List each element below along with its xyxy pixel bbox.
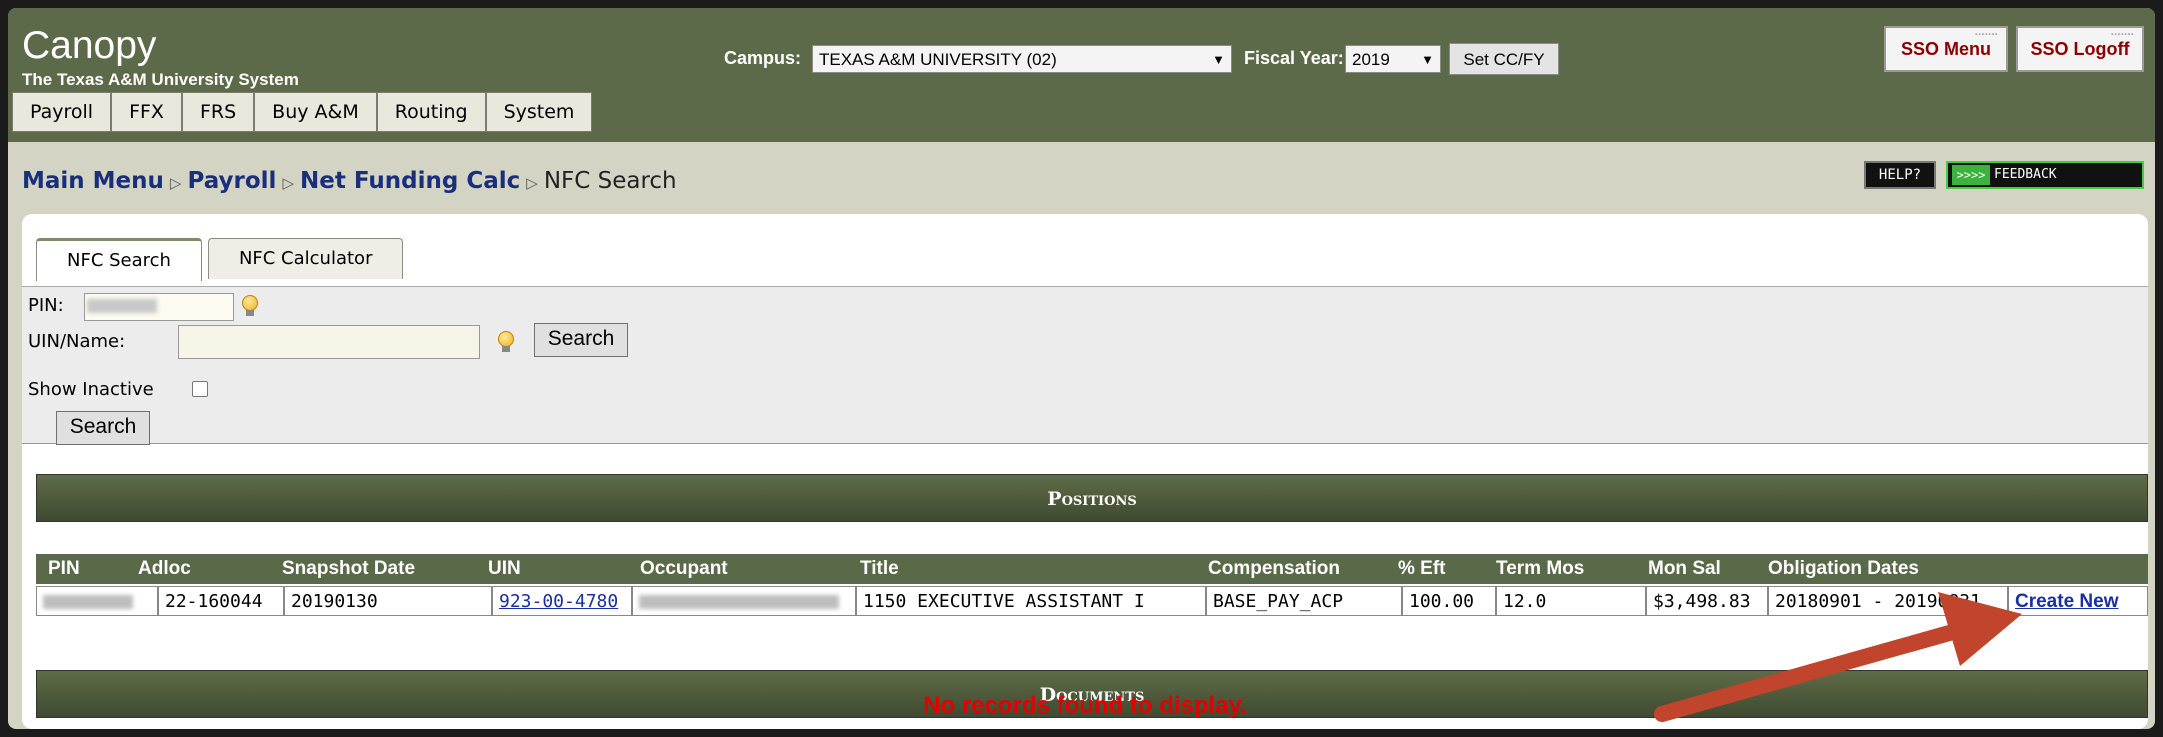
annotation-arrow-icon (1654, 592, 2022, 722)
